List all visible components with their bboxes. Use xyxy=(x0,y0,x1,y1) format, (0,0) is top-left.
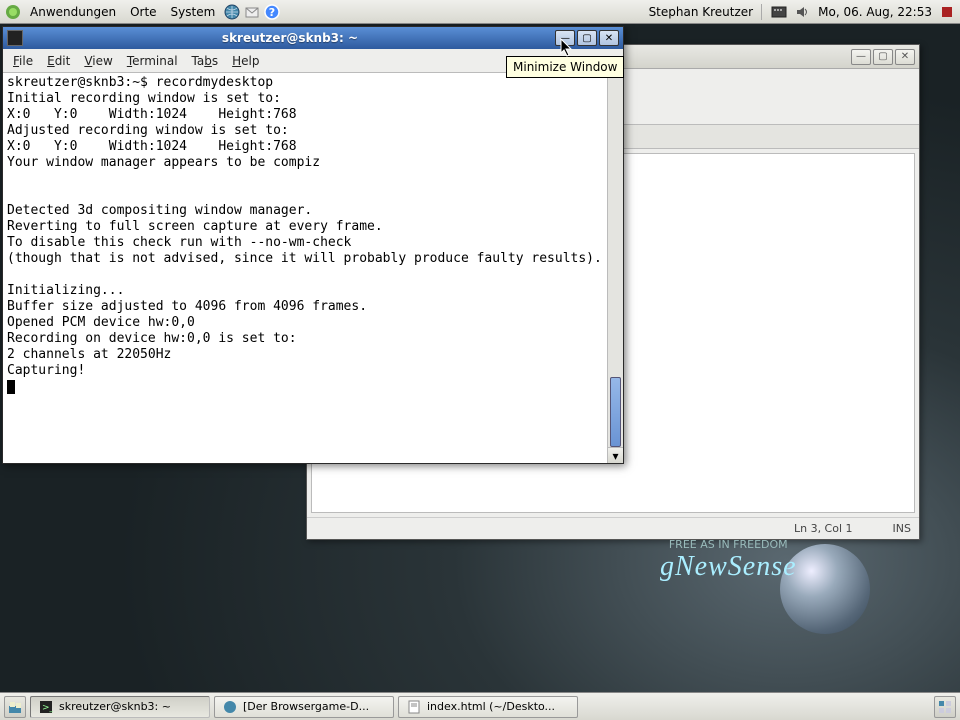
terminal-maximize-button[interactable]: ▢ xyxy=(577,30,597,46)
browser-task-icon xyxy=(223,700,237,714)
gedit-close-button[interactable]: ✕ xyxy=(895,49,915,65)
scroll-down-button[interactable]: ▾ xyxy=(608,447,623,463)
menu-system[interactable]: System xyxy=(165,3,222,21)
help-icon[interactable]: ? xyxy=(263,3,281,21)
svg-text:>_: >_ xyxy=(42,703,53,713)
svg-text:?: ? xyxy=(269,6,275,19)
terminal-icon xyxy=(7,30,23,46)
desktop-branding: FREE AS IN FREEDOM gNewSense xyxy=(660,538,797,583)
menu-help[interactable]: Help xyxy=(226,52,265,70)
mouse-cursor xyxy=(560,38,574,58)
scrollbar-thumb[interactable] xyxy=(610,377,621,447)
taskbar-gedit[interactable]: index.html (~/Deskto... xyxy=(398,696,578,718)
menu-terminal[interactable]: Terminal xyxy=(121,52,184,70)
volume-icon[interactable] xyxy=(794,3,812,21)
menu-tabs[interactable]: Tabs xyxy=(186,52,225,70)
terminal-scrollbar[interactable]: ▾ xyxy=(607,73,623,463)
mail-icon[interactable] xyxy=(243,3,261,21)
terminal-prompt: skreutzer@sknb3:~$ xyxy=(7,75,156,90)
terminal-titlebar[interactable]: skreutzer@sknb3: ~ — ▢ ✕ xyxy=(3,27,623,49)
browser-icon[interactable] xyxy=(223,3,241,21)
terminal-output: Initial recording window is set to: X:0 … xyxy=(7,91,602,378)
taskbar-gedit-label: index.html (~/Deskto... xyxy=(427,700,555,713)
separator xyxy=(761,4,762,20)
terminal-body[interactable]: skreutzer@sknb3:~$ recordmydesktop Initi… xyxy=(3,73,623,463)
panel-right: Stephan Kreutzer Mo, 06. Aug, 22:53 xyxy=(649,3,956,21)
terminal-title: skreutzer@sknb3: ~ xyxy=(27,31,553,45)
terminal-window: skreutzer@sknb3: ~ — ▢ ✕ File Edit View … xyxy=(2,26,624,464)
show-desktop-button[interactable] xyxy=(4,696,26,718)
gedit-statusbar: Ln 3, Col 1 INS xyxy=(307,517,919,539)
top-panel: Anwendungen Orte System ? Stephan Kreutz… xyxy=(0,0,960,24)
menu-apps[interactable]: Anwendungen xyxy=(24,3,122,21)
taskbar-browser-label: [Der Browsergame-D... xyxy=(243,700,369,713)
taskbar-terminal[interactable]: >_ skreutzer@sknb3: ~ xyxy=(30,696,210,718)
terminal-cursor xyxy=(7,380,15,394)
taskbar-browser[interactable]: [Der Browsergame-D... xyxy=(214,696,394,718)
bottom-panel: >_ skreutzer@sknb3: ~ [Der Browsergame-D… xyxy=(0,692,960,720)
gedit-minimize-button[interactable]: — xyxy=(851,49,871,65)
tagline: FREE AS IN FREEDOM xyxy=(660,538,797,551)
gedit-task-icon xyxy=(407,700,421,714)
workspace-switcher[interactable] xyxy=(934,696,956,718)
terminal-text: skreutzer@sknb3:~$ recordmydesktop Initi… xyxy=(3,73,623,397)
user-name[interactable]: Stephan Kreutzer xyxy=(649,5,754,19)
taskbar-terminal-label: skreutzer@sknb3: ~ xyxy=(59,700,171,713)
menu-view[interactable]: View xyxy=(78,52,118,70)
gedit-maximize-button[interactable]: ▢ xyxy=(873,49,893,65)
terminal-command: recordmydesktop xyxy=(156,75,273,90)
terminal-close-button[interactable]: ✕ xyxy=(599,30,619,46)
tooltip: Minimize Window xyxy=(506,56,624,78)
gedit-ins-mode[interactable]: INS xyxy=(893,522,911,535)
menu-file[interactable]: File xyxy=(7,52,39,70)
clock[interactable]: Mo, 06. Aug, 22:53 xyxy=(818,5,932,19)
menu-edit[interactable]: Edit xyxy=(41,52,76,70)
terminal-task-icon: >_ xyxy=(39,700,53,714)
panel-left: Anwendungen Orte System ? xyxy=(4,3,281,21)
keyboard-icon[interactable] xyxy=(770,3,788,21)
gedit-line-col: Ln 3, Col 1 xyxy=(794,522,853,535)
menu-icon[interactable] xyxy=(4,3,22,21)
distro-name: gNewSense xyxy=(660,551,797,583)
record-indicator-icon[interactable] xyxy=(938,3,956,21)
menu-places[interactable]: Orte xyxy=(124,3,162,21)
